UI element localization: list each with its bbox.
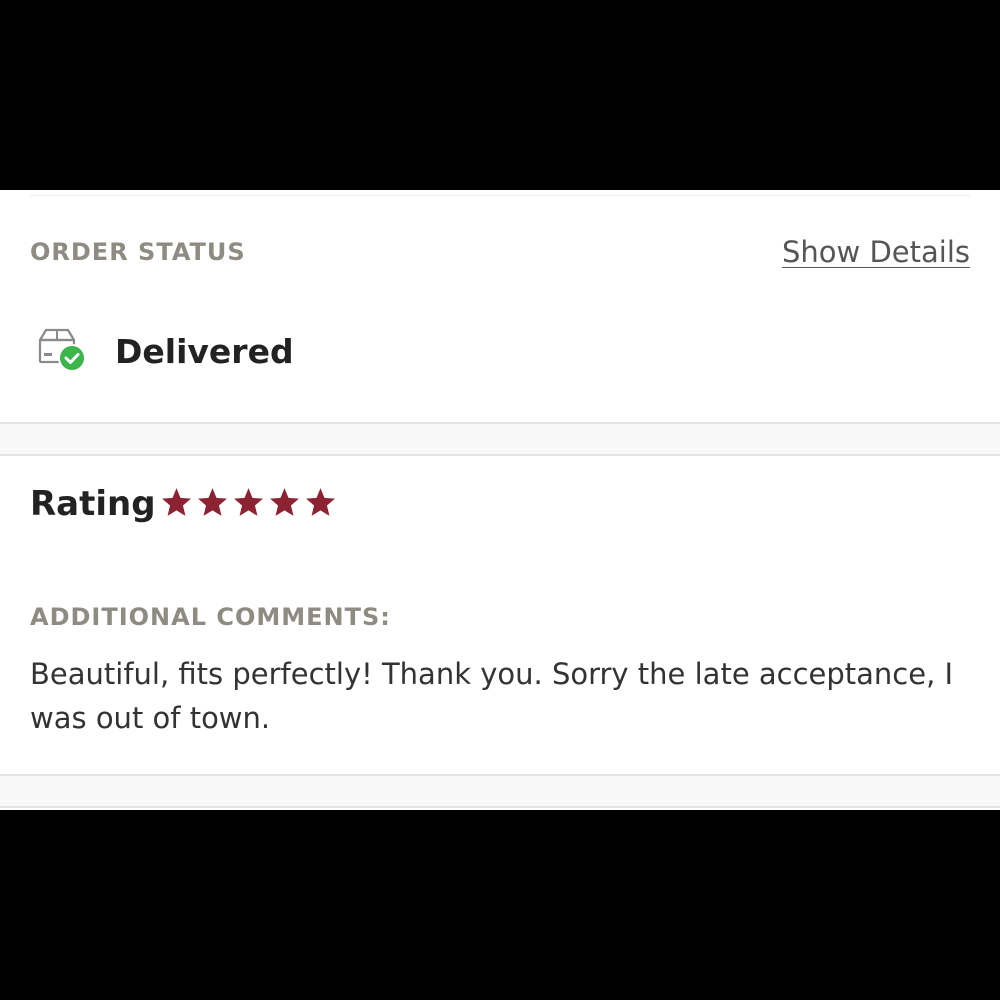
section-separator xyxy=(0,422,1000,456)
star-icon xyxy=(234,488,263,516)
rating-label: Rating xyxy=(30,484,156,524)
order-status-value: Delivered xyxy=(115,332,294,371)
delivered-box-check-icon xyxy=(38,328,86,372)
additional-comments-label: ADDITIONAL COMMENTS: xyxy=(30,603,391,631)
show-details-link[interactable]: Show Details xyxy=(782,235,970,269)
section-separator xyxy=(0,774,1000,808)
order-status-row: Delivered xyxy=(36,326,436,376)
order-status-label: ORDER STATUS xyxy=(30,238,246,266)
order-card: ORDER STATUS Show Details Delivered Rati… xyxy=(0,190,1000,810)
star-icon xyxy=(306,488,335,516)
star-icon xyxy=(198,488,227,516)
additional-comments-text: Beautiful, fits perfectly! Thank you. So… xyxy=(30,657,954,735)
star-icon xyxy=(162,488,191,516)
rating-stars xyxy=(160,486,337,519)
divider xyxy=(30,195,970,196)
star-icon xyxy=(270,488,299,516)
